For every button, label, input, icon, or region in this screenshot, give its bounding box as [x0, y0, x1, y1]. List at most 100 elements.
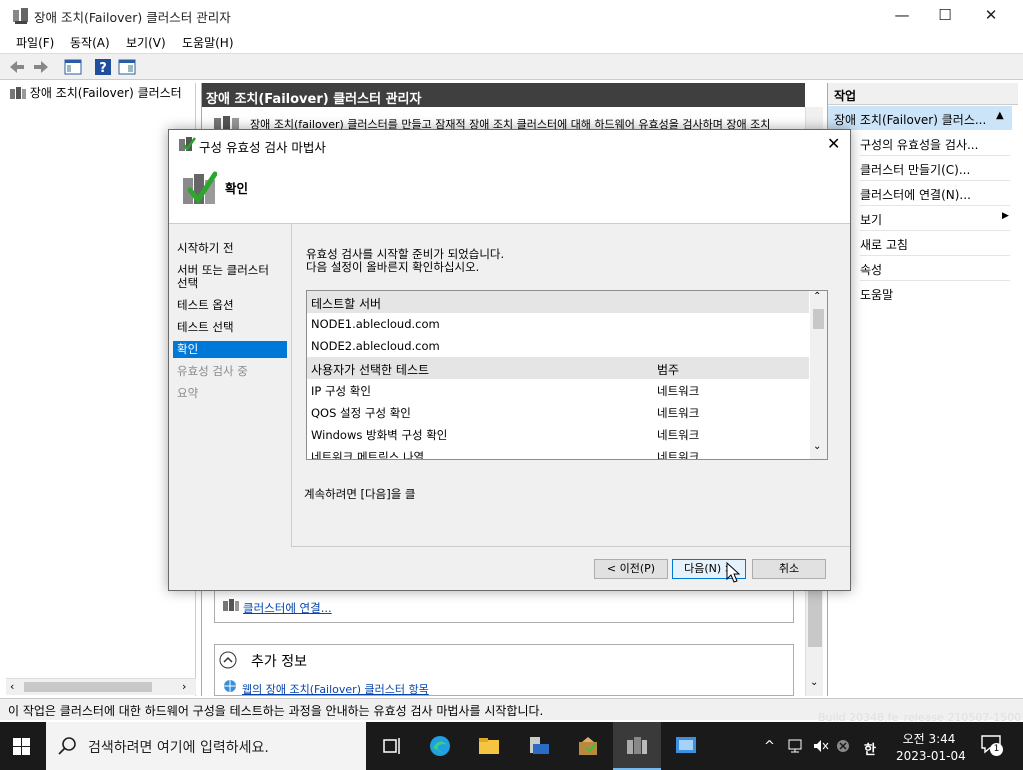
windows-start-icon[interactable] — [13, 738, 31, 756]
scroll-right-icon[interactable]: › — [182, 680, 186, 693]
remote-desktop-icon[interactable] — [674, 734, 698, 758]
back-arrow-icon[interactable] — [8, 58, 26, 76]
continue-instruction: 계속하려면 [다음]을 클 — [304, 487, 416, 501]
taskbar-search-box[interactable]: 검색하려면 여기에 입력하세요. — [46, 722, 366, 770]
cancel-button[interactable]: 취소 — [752, 559, 826, 579]
category-header-label: 범주 — [657, 363, 680, 377]
help-icon[interactable]: ? — [94, 58, 112, 76]
nav-step-test-options[interactable]: 테스트 옵션 — [173, 297, 287, 314]
action-view-label: 보기 — [860, 213, 883, 227]
connect-cluster-link[interactable]: 클러스터에 연결... — [243, 600, 332, 616]
menu-view[interactable]: 보기(V) — [126, 34, 166, 51]
servers-header: 테스트할 서버 — [307, 291, 809, 313]
action-validate-configuration[interactable]: 구성의 유효성을 검사... — [860, 131, 1010, 156]
file-explorer-icon[interactable] — [477, 734, 501, 758]
table-row: Windows 방화벽 구성 확인 네트워크 — [307, 423, 809, 445]
dialog-button-bar: < 이전(P) 다음(N) > 취소 — [291, 546, 850, 590]
scroll-thumb[interactable] — [813, 309, 824, 329]
scroll-thumb[interactable] — [808, 587, 822, 647]
nav-step-before-you-begin[interactable]: 시작하기 전 — [173, 240, 287, 257]
minimize-button[interactable]: — — [879, 0, 925, 31]
test-category: 네트워크 — [657, 384, 700, 398]
nav-step-select-servers[interactable]: 서버 또는 클러스터 선택 — [173, 262, 287, 292]
test-category: 네트워크 — [657, 428, 700, 442]
taskbar: 검색하려면 여기에 입력하세요. ^ 한 오전 3:44 2023-01-04 … — [0, 722, 1023, 770]
edge-browser-icon[interactable] — [428, 734, 452, 758]
show-hide-console-tree-icon[interactable] — [64, 58, 82, 76]
taskbar-active-app[interactable] — [613, 722, 661, 770]
actions-group-label: 장애 조치(Failover) 클러스... — [834, 113, 987, 127]
more-info-section: 추가 정보 웹의 장애 조치(Failover) 클러스터 항목 — [214, 644, 794, 696]
intro-line-2: 다음 설정이 올바른지 확인하십시오. — [306, 260, 480, 274]
confirmation-list[interactable]: 테스트할 서버 NODE1.ablecloud.com NODE2.ablecl… — [306, 290, 828, 460]
test-name: IP 구성 확인 — [311, 384, 371, 398]
tree-node-label: 장애 조치(Failover) 클러스터 — [29, 86, 182, 100]
action-create-cluster[interactable]: 클러스터 만들기(C)... — [860, 156, 1010, 181]
globe-icon — [224, 680, 236, 692]
scroll-down-icon[interactable]: ⌄ — [813, 441, 821, 452]
actions-header: 작업 — [828, 83, 1018, 105]
web-help-link[interactable]: 웹의 장애 조치(Failover) 클러스터 항목 — [242, 681, 429, 697]
menu-help[interactable]: 도움말(H) — [182, 34, 234, 51]
list-item-server: NODE2.ablecloud.com — [311, 339, 440, 353]
server-manager-icon[interactable] — [527, 734, 551, 758]
menu-action[interactable]: 동작(A) — [70, 34, 110, 51]
nav-step-test-selection[interactable]: 테스트 선택 — [173, 319, 287, 336]
actions-group-header[interactable]: 장애 조치(Failover) 클러스... ▲ — [828, 106, 1012, 130]
collapse-triangle-icon[interactable]: ▲ — [996, 110, 1004, 121]
window-title: 장애 조치(Failover) 클러스터 관리자 — [34, 10, 231, 25]
test-name: 네트워크 메트릭스 나열 — [311, 450, 425, 460]
action-properties[interactable]: 속성 — [860, 256, 1010, 281]
center-header: 장애 조치(Failover) 클러스터 관리자 — [202, 83, 805, 107]
action-refresh[interactable]: 새로 고침 — [860, 231, 1010, 256]
connect-cluster-icon — [223, 599, 239, 611]
scroll-thumb[interactable] — [24, 682, 152, 692]
test-category: 네트워크 — [657, 406, 700, 420]
close-button[interactable]: ✕ — [968, 0, 1014, 31]
maximize-button[interactable]: ☐ — [922, 0, 968, 31]
menu-file[interactable]: 파일(F) — [16, 34, 54, 51]
list-vertical-scrollbar[interactable]: ⌃ ⌄ — [810, 291, 827, 459]
mouse-cursor-icon — [726, 562, 740, 583]
scroll-down-icon[interactable]: ⌄ — [810, 677, 818, 688]
scroll-up-icon[interactable]: ⌃ — [813, 291, 821, 302]
table-row: 네트워크 메트릭스 나열 네트워크 — [307, 445, 809, 460]
disconnected-icon[interactable] — [836, 739, 850, 753]
forward-arrow-icon[interactable] — [32, 58, 50, 76]
actions-pane: 작업 장애 조치(Failover) 클러스... ▲ 구성의 유효성을 검사.… — [827, 83, 1018, 696]
test-category: 네트워크 — [657, 450, 700, 460]
network-icon[interactable] — [787, 738, 805, 754]
collapse-section-icon[interactable] — [219, 651, 237, 669]
svg-text:?: ? — [99, 61, 107, 76]
search-placeholder: 검색하려면 여기에 입력하세요. — [88, 740, 269, 756]
back-button[interactable]: < 이전(P) — [594, 559, 668, 579]
nav-step-confirmation[interactable]: 확인 — [173, 341, 287, 358]
title-bar[interactable]: 장애 조치(Failover) 클러스터 관리자 — ☐ ✕ — [0, 0, 1023, 31]
clock-time[interactable]: 오전 3:44 — [902, 730, 956, 747]
dialog-close-button[interactable]: ✕ — [827, 134, 840, 153]
table-row: IP 구성 확인 네트워크 — [307, 379, 809, 401]
dialog-header: 확인 — [169, 158, 850, 224]
scroll-left-icon[interactable]: ‹ — [10, 680, 14, 693]
list-item-server: NODE1.ablecloud.com — [311, 317, 440, 331]
action-view[interactable]: 보기 ▶ — [860, 206, 1010, 231]
wizard-body: 유효성 검사를 시작할 준비가 되었습니다. 다음 설정이 올바른지 확인하십시… — [291, 224, 850, 546]
show-hide-action-pane-icon[interactable] — [118, 58, 136, 76]
wizard-step-nav: 시작하기 전 서버 또는 클러스터 선택 테스트 옵션 테스트 선택 확인 유효… — [169, 224, 289, 590]
show-hidden-icons-icon[interactable]: ^ — [764, 739, 775, 754]
dialog-title-bar[interactable]: 구성 유효성 검사 마법사 ✕ — [169, 130, 850, 158]
action-help[interactable]: 도움말 — [860, 281, 1010, 306]
tree-horizontal-scrollbar[interactable]: ‹ › — [6, 678, 196, 695]
notification-center-button[interactable]: 1 — [980, 734, 1004, 758]
ime-indicator[interactable]: 한 — [864, 739, 876, 758]
clock-date[interactable]: 2023-01-04 — [896, 749, 966, 763]
volume-muted-icon[interactable] — [812, 738, 830, 754]
validate-check-icon — [183, 171, 217, 205]
nav-step-validating: 유효성 검사 중 — [177, 364, 248, 378]
failover-cluster-manager-icon — [627, 737, 647, 754]
submenu-arrow-icon: ▶ — [1002, 211, 1009, 221]
tree-node-failover-cluster[interactable]: 장애 조치(Failover) 클러스터 — [10, 84, 182, 101]
task-view-icon[interactable] — [380, 734, 404, 758]
package-tool-icon[interactable] — [576, 734, 600, 758]
action-connect-cluster[interactable]: 클러스터에 연결(N)... — [860, 181, 1010, 206]
